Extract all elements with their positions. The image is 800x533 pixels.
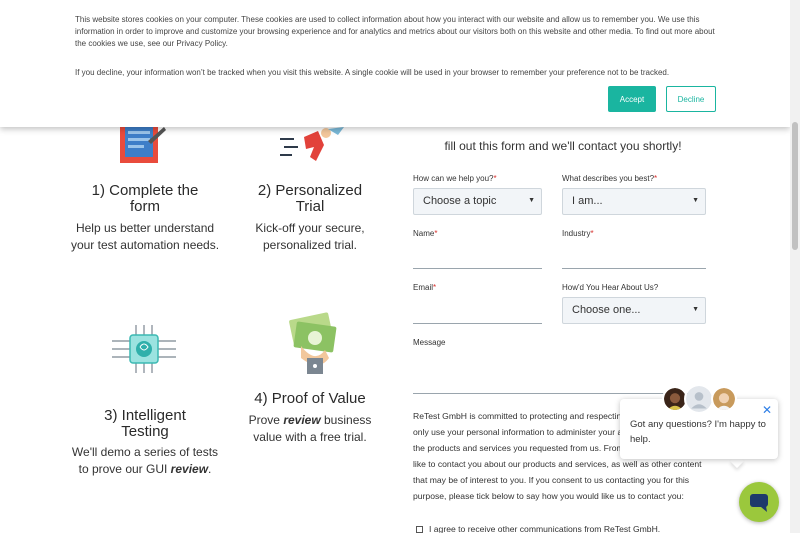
step-2-description: Kick-off your secure, personalized trial… [255,221,365,252]
avatar [711,386,737,412]
chip-icon [112,325,176,373]
step-1-description: Help us better understand your test auto… [70,221,220,252]
accept-button[interactable]: Accept [608,86,656,112]
industry-label: Industry* [562,229,594,238]
industry-field[interactable] [562,268,706,269]
name-label: Name* [413,229,438,238]
chevron-down-icon: ▼ [692,306,699,313]
consent-checkbox-row[interactable]: I agree to receive other communications … [416,524,660,533]
step-4-title: 4) Proof of Value [254,390,366,407]
step-2-title: 2) Personalized Trial [257,182,363,215]
email-field[interactable] [413,323,542,324]
cookie-decline-text: If you decline, your information won’t b… [75,68,670,77]
avatar [684,384,714,414]
chat-icon [750,494,768,512]
step-1-title: 1) Complete the form [91,182,199,215]
chevron-down-icon: ▼ [528,197,535,204]
close-icon[interactable]: ✕ [762,403,772,417]
money-icon [289,312,337,374]
step-3-title: 3) Intelligent Testing [104,407,186,440]
decline-button[interactable]: Decline [666,86,716,112]
email-label: Email* [413,283,437,292]
form-subtitle: fill out this form and we'll contact you… [444,139,682,153]
chevron-down-icon: ▼ [692,197,699,204]
describes-label: What describes you best?* [562,174,658,183]
describes-select[interactable]: I am... ▼ [562,188,706,215]
form-icon [120,127,166,163]
scrollbar-thumb[interactable] [792,122,798,250]
rocket-icon [280,127,344,161]
hear-about-label: How'd You Hear About Us? [562,283,659,292]
step-3-description: We'll demo a series of tests to prove ou… [71,445,219,476]
chat-launcher-button[interactable] [739,482,779,522]
help-label: How can we help you?* [413,174,497,183]
cookie-text: This website stores cookies on your comp… [75,15,715,48]
scrollbar[interactable] [790,0,800,533]
hear-about-select[interactable]: Choose one... ▼ [562,297,706,324]
cookie-banner: This website stores cookies on your comp… [0,0,790,127]
chat-message: Got any questions? I'm happy to help. [630,419,766,445]
message-label: Message [413,338,446,347]
consent-checkbox[interactable] [416,526,423,533]
help-topic-select[interactable]: Choose a topic ▼ [413,188,542,215]
name-field[interactable] [413,268,542,269]
step-4-description: Prove review business value with a free … [248,413,372,444]
